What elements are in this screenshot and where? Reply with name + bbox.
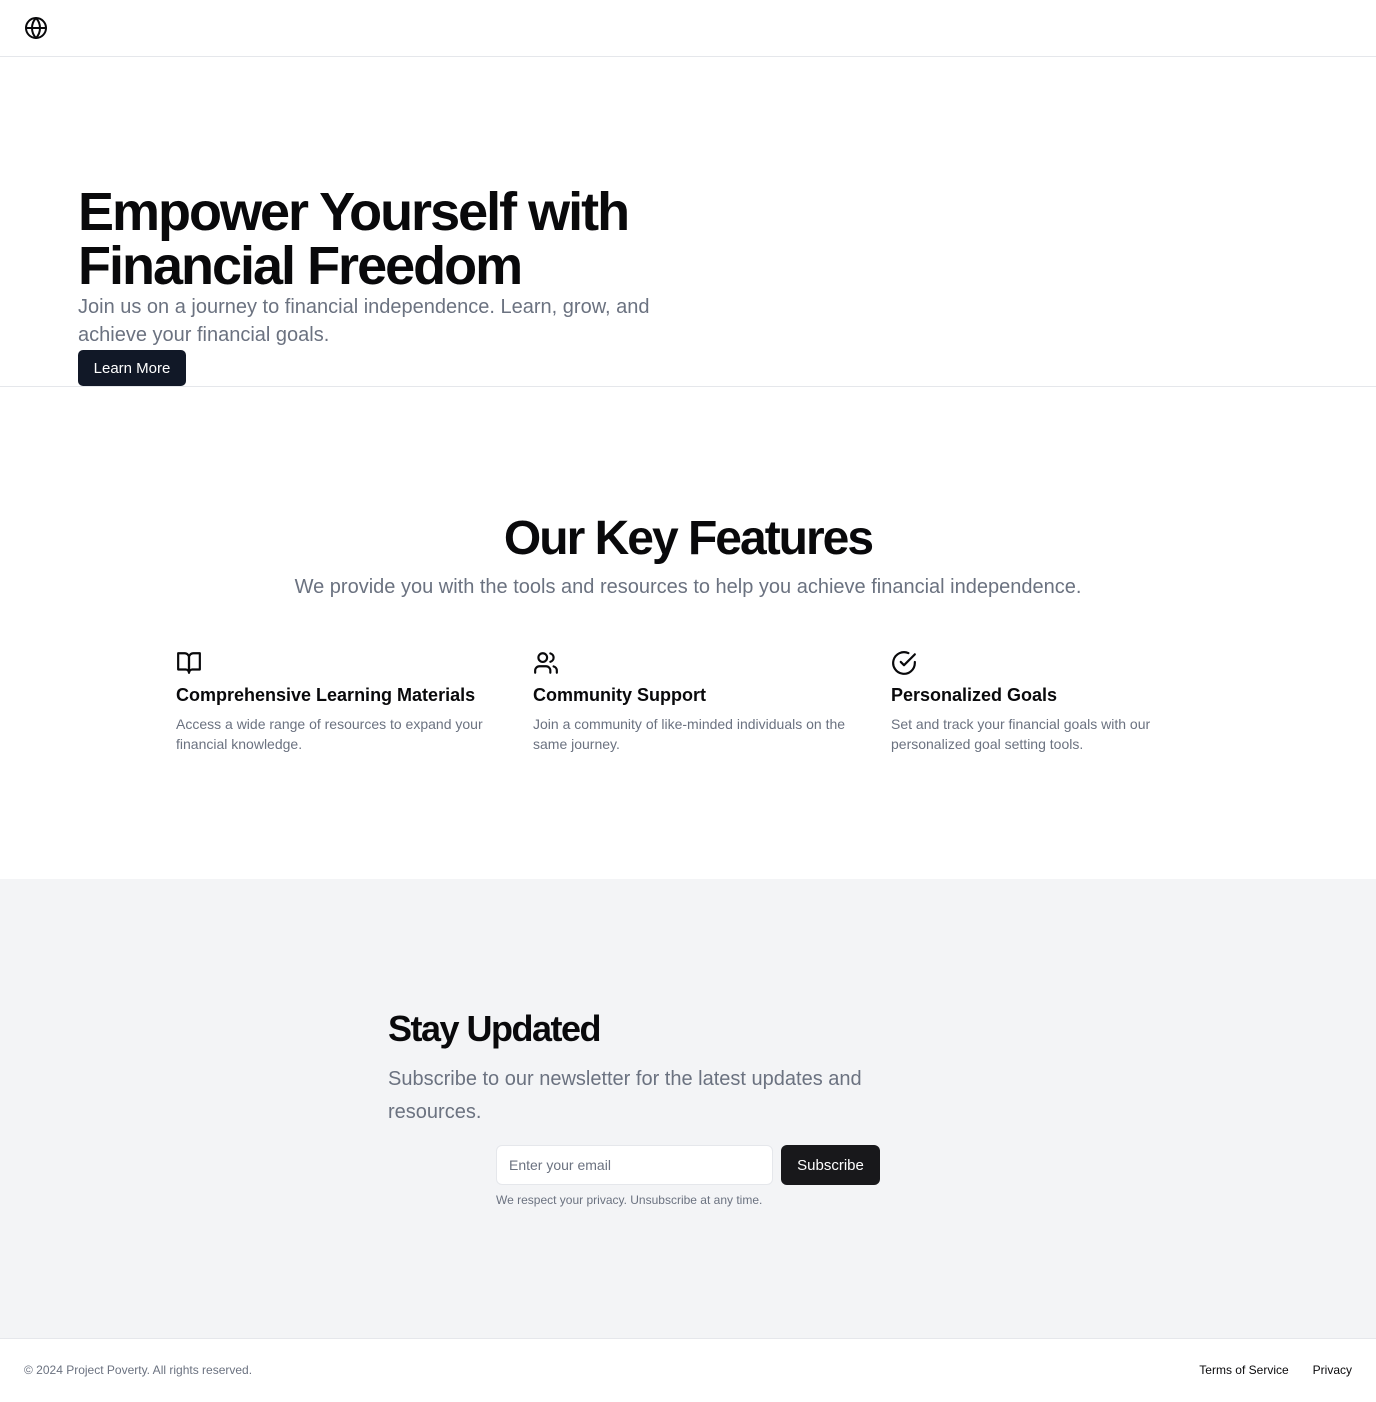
- feature-description: Access a wide range of resources to expa…: [176, 716, 483, 752]
- features-title: Our Key Features: [503, 512, 874, 565]
- users-icon: [534, 652, 558, 674]
- globe-icon: [25, 17, 47, 39]
- feature-community-support: Community Support Join a community of li…: [533, 650, 853, 754]
- copyright-text: © 2024 Project Poverty. All rights reser…: [24, 1363, 253, 1377]
- features-subtitle: We provide you with the tools and resour…: [294, 576, 1082, 598]
- newsletter-title: Stay Updated: [388, 1008, 602, 1049]
- newsletter-subtitle: Subscribe to our newsletter for the late…: [388, 1068, 862, 1123]
- learn-more-button[interactable]: Learn More: [78, 350, 186, 386]
- hero-subtitle: Join us on a journey to financial indepe…: [78, 296, 650, 346]
- hero-section: Empower Yourself with Financial Freedom …: [0, 57, 1376, 387]
- hero-title: Empower Yourself with Financial Freedom: [78, 182, 630, 296]
- subscribe-button[interactable]: Subscribe: [781, 1145, 880, 1185]
- email-input[interactable]: [496, 1145, 773, 1185]
- site-header: [0, 0, 1376, 57]
- feature-title: Community Support: [533, 685, 706, 705]
- book-open-icon: [177, 652, 201, 674]
- privacy-note: We respect your privacy. Unsubscribe at …: [496, 1193, 763, 1207]
- feature-description: Join a community of like-minded individu…: [533, 716, 846, 752]
- feature-learning-materials: Comprehensive Learning Materials Access …: [176, 650, 496, 754]
- feature-description: Set and track your financial goals with …: [891, 716, 1151, 752]
- newsletter-section: Stay Updated Subscribe to our newsletter…: [0, 879, 1376, 1338]
- feature-personalized-goals: Personalized Goals Set and track your fi…: [891, 650, 1211, 754]
- privacy-link[interactable]: Privacy: [1313, 1362, 1352, 1378]
- feature-title: Personalized Goals: [891, 685, 1058, 705]
- footer-nav: Terms of Service Privacy: [1199, 1362, 1352, 1378]
- site-footer: © 2024 Project Poverty. All rights reser…: [0, 1338, 1376, 1402]
- terms-of-service-link[interactable]: Terms of Service: [1199, 1362, 1288, 1378]
- check-circle-icon: [892, 651, 916, 675]
- feature-title: Comprehensive Learning Materials: [176, 685, 476, 705]
- logo-link[interactable]: [24, 16, 48, 40]
- features-section: Our Key Features We provide you with the…: [0, 387, 1376, 879]
